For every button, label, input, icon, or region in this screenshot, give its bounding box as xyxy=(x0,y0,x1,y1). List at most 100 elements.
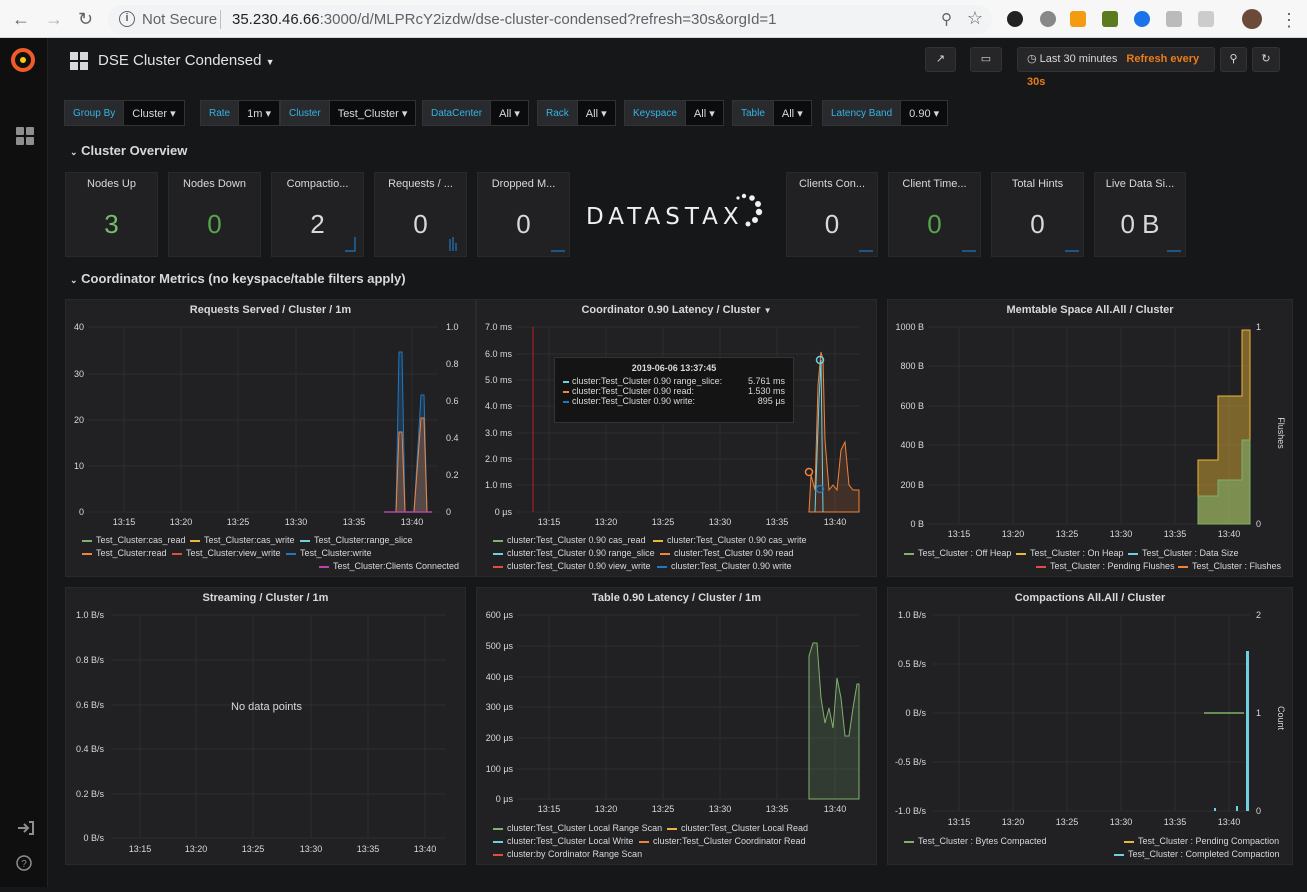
zoom-out-button[interactable]: ⚲ xyxy=(1220,47,1247,72)
reload-icon[interactable]: ↻ xyxy=(78,8,93,30)
legend-label: Test_Cluster : Pending Compaction xyxy=(1138,836,1280,846)
stat-requests[interactable]: Requests / ... 0 xyxy=(374,172,467,257)
legend-item[interactable]: cluster:Test_Cluster Local Range Scan xyxy=(493,823,662,833)
forward-icon[interactable]: → xyxy=(45,8,63,30)
panel-coordinator-latency[interactable]: Coordinator 0.90 Latency / Cluster ▼ 7.0… xyxy=(476,299,877,577)
variable-keyspace[interactable]: Keyspace All ▾ xyxy=(624,100,724,126)
panel-requests-served[interactable]: Requests Served / Cluster / 1m 40 30 20 … xyxy=(65,299,476,577)
stat-client-timeouts[interactable]: Client Time... 0 xyxy=(888,172,981,257)
zoom-icon[interactable]: ⚲ xyxy=(941,10,952,28)
cycle-view-mode-button[interactable]: ▭ xyxy=(970,47,1002,72)
legend-item[interactable]: cluster:Test_Cluster 0.90 view_write xyxy=(493,561,651,571)
legend-item[interactable]: cluster:Test_Cluster 0.90 cas_read xyxy=(493,535,646,545)
legend-label: Test_Cluster : Off Heap xyxy=(918,548,1012,558)
address-bar[interactable]: i Not Secure 35.230.46.66:3000/d/MLPRcY2… xyxy=(108,5,992,34)
stat-compactions[interactable]: Compactio... 2 xyxy=(271,172,364,257)
legend-item[interactable]: cluster:Test_Cluster Local Write xyxy=(493,836,633,846)
legend-item[interactable]: Test_Cluster : Pending Flushes xyxy=(1036,561,1175,571)
extension-icon[interactable] xyxy=(1040,11,1056,27)
stat-total-hints[interactable]: Total Hints 0 xyxy=(991,172,1084,257)
panel-memtable-space[interactable]: Memtable Space All.All / Cluster 1000 B … xyxy=(887,299,1293,577)
legend-item[interactable]: Test_Cluster:Clients Connected xyxy=(319,561,459,571)
legend-item[interactable]: cluster:Test_Cluster 0.90 cas_write xyxy=(653,535,807,545)
legend-item[interactable]: cluster:by Cordinator Range Scan xyxy=(493,849,642,859)
stat-sparkline xyxy=(449,237,457,251)
legend-item[interactable]: cluster:Test_Cluster 0.90 read xyxy=(660,548,794,558)
panel-streaming[interactable]: Streaming / Cluster / 1m 1.0 B/s 0.8 B/s… xyxy=(65,587,466,865)
help-icon[interactable]: ? xyxy=(16,855,32,871)
variable-table[interactable]: Table All ▾ xyxy=(732,100,812,126)
extension-icon[interactable] xyxy=(1007,11,1023,27)
extension-icon[interactable] xyxy=(1070,11,1086,27)
legend-item[interactable]: Test_Cluster:range_slice xyxy=(300,535,413,545)
variable-value[interactable]: Cluster ▾ xyxy=(124,100,185,126)
legend-item[interactable]: Test_Cluster:write xyxy=(286,548,372,558)
stat-nodes-down[interactable]: Nodes Down 0 xyxy=(168,172,261,257)
legend-item[interactable]: Test_Cluster : Data Size xyxy=(1128,548,1239,558)
panel-table-latency[interactable]: Table 0.90 Latency / Cluster / 1m 600 µs… xyxy=(476,587,877,865)
panel-compactions[interactable]: Compactions All.All / Cluster 1.0 B/s 0.… xyxy=(887,587,1293,865)
variable-datacenter[interactable]: DataCenter All ▾ xyxy=(422,100,529,126)
variable-value[interactable]: Test_Cluster ▾ xyxy=(329,100,417,126)
legend-item[interactable]: cluster:Test_Cluster Coordinator Read xyxy=(639,836,806,846)
y-tick-label: 400 µs xyxy=(486,672,514,682)
variable-group-by[interactable]: Group By Cluster ▾ xyxy=(64,100,185,126)
back-icon[interactable]: ← xyxy=(12,8,30,30)
row-cluster-overview[interactable]: ⌄ Cluster Overview xyxy=(70,143,187,158)
variable-value-text: 1m xyxy=(247,108,263,120)
legend-item[interactable]: Test_Cluster : Bytes Compacted xyxy=(904,836,1047,846)
variable-value[interactable]: All ▾ xyxy=(491,100,529,126)
legend-item[interactable]: Test_Cluster : Completed Compaction xyxy=(1114,849,1280,859)
stat-clients-connected[interactable]: Clients Con... 0 xyxy=(786,172,878,257)
menu-dots-icon[interactable]: ⋮ xyxy=(1280,9,1298,31)
legend-item[interactable]: Test_Cluster : Pending Compaction xyxy=(1124,836,1279,846)
stat-live-data-size[interactable]: Live Data Si... 0 B xyxy=(1094,172,1186,257)
variable-value[interactable]: 0.90 ▾ xyxy=(901,100,949,126)
legend-item[interactable]: Test_Cluster : Flushes xyxy=(1178,561,1281,571)
info-icon[interactable]: i xyxy=(119,11,135,27)
extension-icon[interactable] xyxy=(1134,11,1150,27)
legend-item[interactable]: Test_Cluster:cas_read xyxy=(82,535,186,545)
legend-item[interactable]: Test_Cluster : Off Heap xyxy=(904,548,1011,558)
avatar[interactable] xyxy=(1242,9,1262,29)
legend-item[interactable]: Test_Cluster : On Heap xyxy=(1016,548,1124,558)
row-coordinator-metrics[interactable]: ⌄ Coordinator Metrics (no keyspace/table… xyxy=(70,271,406,286)
stat-dropped-mutations[interactable]: Dropped M... 0 xyxy=(477,172,570,257)
legend-item[interactable]: cluster:Test_Cluster 0.90 range_slice xyxy=(493,548,655,558)
variable-rate[interactable]: Rate 1m ▾ xyxy=(200,100,280,126)
x-tick-label: 13:20 xyxy=(595,804,618,814)
grafana-logo-icon[interactable] xyxy=(11,48,35,72)
legend-label: cluster:Test_Cluster Coordinator Read xyxy=(653,836,806,846)
variable-cluster[interactable]: Cluster Test_Cluster ▾ xyxy=(280,100,417,126)
refresh-button[interactable]: ↻ xyxy=(1252,47,1280,72)
variable-value[interactable]: All ▾ xyxy=(577,100,616,126)
extension-icon[interactable] xyxy=(1166,11,1182,27)
legend-item[interactable]: Test_Cluster:view_write xyxy=(172,548,281,558)
legend-item[interactable]: Test_Cluster:read xyxy=(82,548,167,558)
legend-item[interactable]: cluster:Test_Cluster 0.90 write xyxy=(657,561,792,571)
variable-value[interactable]: All ▾ xyxy=(685,100,724,126)
variable-latency-band[interactable]: Latency Band 0.90 ▾ xyxy=(822,100,949,126)
x-tick-label: 13:40 xyxy=(824,517,847,527)
legend-item[interactable]: cluster:Test_Cluster Local Read xyxy=(667,823,808,833)
variable-value[interactable]: All ▾ xyxy=(773,100,812,126)
legend-item[interactable]: Test_Cluster:cas_write xyxy=(190,535,295,545)
y2-tick-label: 0 xyxy=(1256,806,1261,816)
share-button[interactable]: ↗ xyxy=(925,47,956,72)
extension-icon[interactable] xyxy=(1102,11,1118,27)
dashboard-title[interactable]: DSE Cluster Condensed ▼ xyxy=(98,52,275,69)
stat-nodes-up[interactable]: Nodes Up 3 xyxy=(65,172,158,257)
url-text[interactable]: 35.230.46.66:3000/d/MLPRcY2izdw/dse-clus… xyxy=(232,11,777,28)
variable-value[interactable]: 1m ▾ xyxy=(239,100,280,126)
sign-in-icon[interactable] xyxy=(18,821,34,835)
dashboards-icon[interactable] xyxy=(16,127,34,145)
y-tick-label: 2.0 ms xyxy=(485,454,513,464)
extension-icon[interactable] xyxy=(1198,11,1214,27)
time-picker-button[interactable]: ◷ Last 30 minutes Refresh every 30s xyxy=(1017,47,1215,88)
x-tick-label: 13:40 xyxy=(414,844,437,854)
variable-rack[interactable]: Rack All ▾ xyxy=(537,100,616,126)
x-tick-label: 13:15 xyxy=(113,517,136,527)
variable-value-text: All xyxy=(499,108,512,120)
bookmark-star-icon[interactable]: ☆ xyxy=(967,8,983,29)
y-tick-label: 0.4 B/s xyxy=(76,744,105,754)
